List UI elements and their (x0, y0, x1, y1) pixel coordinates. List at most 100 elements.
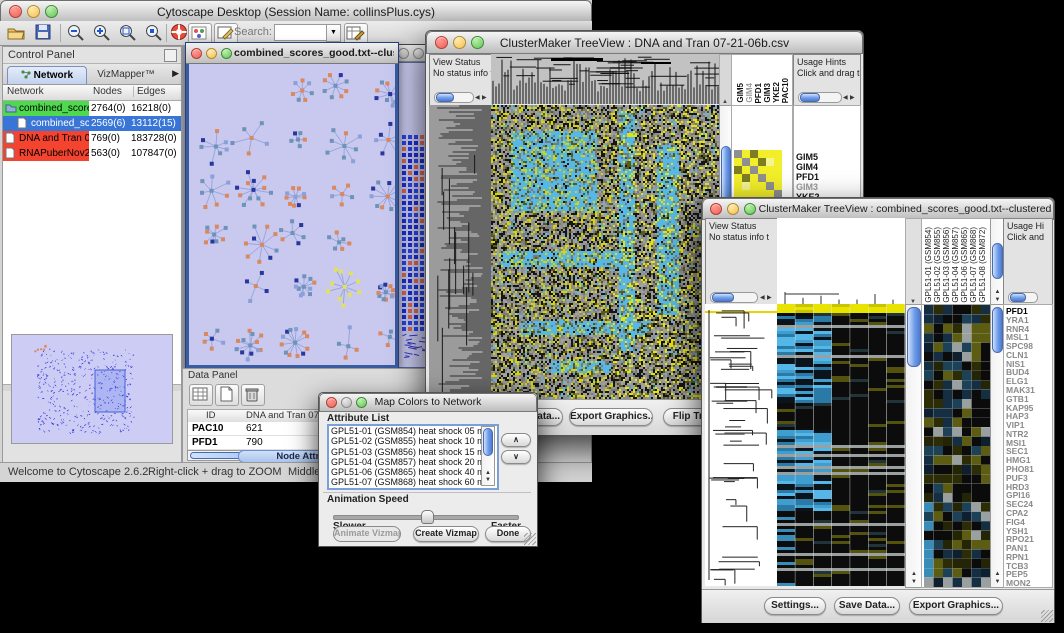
tab-vizmapper[interactable]: VizMapper™ (89, 66, 163, 83)
map-colors-dialog: Map Colors to Network Attribute List GPL… (318, 392, 538, 547)
zoom-heatmap[interactable] (734, 150, 782, 198)
zoom-fit-button[interactable] (118, 23, 140, 43)
attribute-list-item[interactable]: GPL51-01 (GSM854) heat shock 05 min (329, 426, 497, 436)
view-status-scrollbar[interactable]: ◀▶ (710, 292, 774, 302)
cytoscape-titlebar[interactable]: Cytoscape Desktop (Session Name: collins… (0, 0, 592, 23)
minimize-button[interactable] (206, 48, 217, 59)
network-list-row[interactable]: RNAPuberNov2+ 563(0)107847(0) (3, 146, 181, 161)
vizmapper-icon (189, 24, 209, 42)
save-icon (34, 23, 52, 41)
zoom-in-button[interactable] (92, 23, 114, 43)
move-up-button[interactable]: ∧ (501, 433, 531, 447)
treeview-dna-titlebar[interactable]: ClusterMaker TreeView : DNA and Tran 07-… (426, 31, 863, 54)
minimize-button[interactable] (727, 203, 739, 215)
gene-label[interactable]: PFD1 (796, 172, 819, 182)
data-panel-title: Data Panel (188, 370, 237, 381)
search-dropdown-button[interactable]: ▼ (326, 24, 341, 42)
move-down-button[interactable]: ∨ (501, 450, 531, 464)
global-heatmap[interactable] (777, 304, 905, 586)
column-label[interactable]: GPL51-06 (GSM865) (960, 227, 969, 303)
search-input[interactable] (274, 24, 328, 41)
column-label[interactable]: YKE2 (772, 82, 781, 103)
column-label[interactable]: GIM4 (745, 83, 754, 103)
attribute-list-item[interactable]: GPL51-02 (GSM855) heat shock 10 min (329, 436, 497, 446)
column-label[interactable]: GIM3 (763, 83, 772, 103)
column-dendrogram[interactable] (777, 218, 905, 304)
column-label[interactable]: GPL51-07 (GSM868) (969, 227, 978, 303)
help-icon (170, 23, 189, 42)
window-title: ClusterMaker TreeView : combined_scores_… (757, 203, 1053, 215)
col-header-nodes[interactable]: Nodes (93, 86, 122, 97)
float-panel-icon[interactable] (164, 49, 177, 62)
export-graphics-button[interactable]: Export Graphics... (569, 408, 653, 426)
zoom-button[interactable] (744, 203, 756, 215)
save-button[interactable] (34, 23, 56, 43)
column-label[interactable]: GPL51-01 (GSM854) (924, 227, 933, 303)
trash-icon (242, 385, 262, 403)
control-panel: Control Panel Network VizMapper™ ▶ Netwo… (2, 46, 182, 463)
gene-label[interactable]: GIM5 (796, 152, 818, 162)
zoom-button[interactable] (221, 48, 232, 59)
tab-overflow-arrow[interactable]: ▶ (172, 68, 179, 79)
zoom-heatmap[interactable] (921, 304, 992, 588)
view-status-scrollbar[interactable]: ◀▶ (434, 92, 488, 102)
column-label[interactable]: GPL51-08 (GSM872) (978, 227, 987, 303)
network-list-row[interactable]: DNA and Tran 07 769(0)183728(0) (3, 131, 181, 146)
zoom-out-button[interactable] (66, 23, 88, 43)
column-label[interactable]: GPL51-03 (GSM856) (942, 227, 951, 303)
column-label[interactable]: GIM5 (736, 83, 745, 103)
network-list-row[interactable]: combined_scores 2764(0)16218(0) (3, 101, 181, 116)
col-header-edges[interactable]: Edges (133, 86, 165, 97)
animation-speed-label: Animation Speed (327, 494, 409, 505)
new-attribute-button[interactable] (215, 384, 239, 406)
control-panel-title: Control Panel (8, 49, 75, 61)
attribute-list-item[interactable]: GPL51-07 (GSM868) heat shock 60 min (329, 477, 497, 487)
attribute-list-item[interactable]: GPL51-03 (GSM856) heat shock 15 min (329, 447, 497, 457)
slider-thumb[interactable] (421, 510, 434, 524)
attribute-list-item[interactable]: GPL51-04 (GSM857) heat shock 20 min (329, 457, 497, 467)
treeview-combined-titlebar[interactable]: ClusterMaker TreeView : combined_scores_… (702, 198, 1054, 220)
global-heatmap[interactable] (491, 105, 719, 399)
column-label[interactable]: PFD1 (754, 83, 763, 103)
animate-vizmap-button[interactable]: Animate Vizmap (333, 526, 401, 542)
usage-hints-panel: Usage HintsClick and drag tc ◀▶ (793, 54, 861, 106)
gene-label[interactable]: GIM4 (796, 162, 818, 172)
gene-dendrogram[interactable] (429, 105, 491, 399)
col-header-network[interactable]: Network (7, 86, 44, 97)
column-labels: GIM5GIM4PFD1GIM3YKE2PAC10 (731, 54, 793, 106)
zoom-selected-button[interactable] (144, 23, 166, 43)
delete-attribute-button[interactable] (241, 384, 265, 406)
open-file-button[interactable] (6, 23, 28, 43)
column-label[interactable]: GPL51-04 (GSM857) (951, 227, 960, 303)
save-data-button[interactable]: Save Data... (834, 597, 900, 615)
create-vizmap-button[interactable]: Create Vizmap (413, 526, 479, 542)
network-list-row[interactable]: combined_sco 2569(6)13112(15) (3, 116, 181, 131)
desktop: Cytoscape Desktop (Session Name: collins… (0, 0, 1064, 633)
minimize-button[interactable] (413, 48, 424, 59)
column-label[interactable]: PAC10 (781, 78, 790, 103)
tab-network[interactable]: Network (7, 66, 87, 84)
settings-button[interactable]: Settings... (764, 597, 826, 615)
gene-label[interactable]: MON2 (1006, 578, 1031, 588)
attribute-list-scrollbar[interactable]: ▲▼ (481, 426, 495, 486)
close-button[interactable] (710, 203, 722, 215)
export-graphics-button[interactable]: Export Graphics... (909, 597, 1003, 615)
resize-grip[interactable] (524, 533, 536, 545)
usage-hints-scrollbar[interactable]: ◀▶ (798, 92, 856, 102)
attribute-list[interactable]: GPL51-01 (GSM854) heat shock 05 minGPL51… (327, 424, 499, 490)
birdseye-overview[interactable] (11, 334, 173, 444)
column-label[interactable]: GPL51-02 (GSM855) (933, 227, 942, 303)
close-button[interactable] (398, 48, 409, 59)
attribute-list-item[interactable]: GPL51-06 (GSM865) heat shock 40 min (329, 467, 497, 477)
table-mode-button[interactable] (189, 384, 213, 406)
usage-hints-scrollbar[interactable] (1008, 292, 1048, 302)
treeview-combined-buttonbar: Settings... Save Data... Export Graphics..… (702, 589, 1054, 623)
gene-label[interactable]: GIM3 (796, 182, 818, 192)
column-dendrogram[interactable] (491, 54, 719, 104)
data-col-id[interactable]: ID (206, 410, 216, 421)
network-canvas-1[interactable] (189, 64, 395, 365)
dialog-titlebar[interactable]: Map Colors to Network (319, 393, 537, 412)
close-button[interactable] (191, 48, 202, 59)
gene-dendrogram[interactable] (705, 304, 777, 586)
resize-grip[interactable] (1041, 610, 1053, 622)
